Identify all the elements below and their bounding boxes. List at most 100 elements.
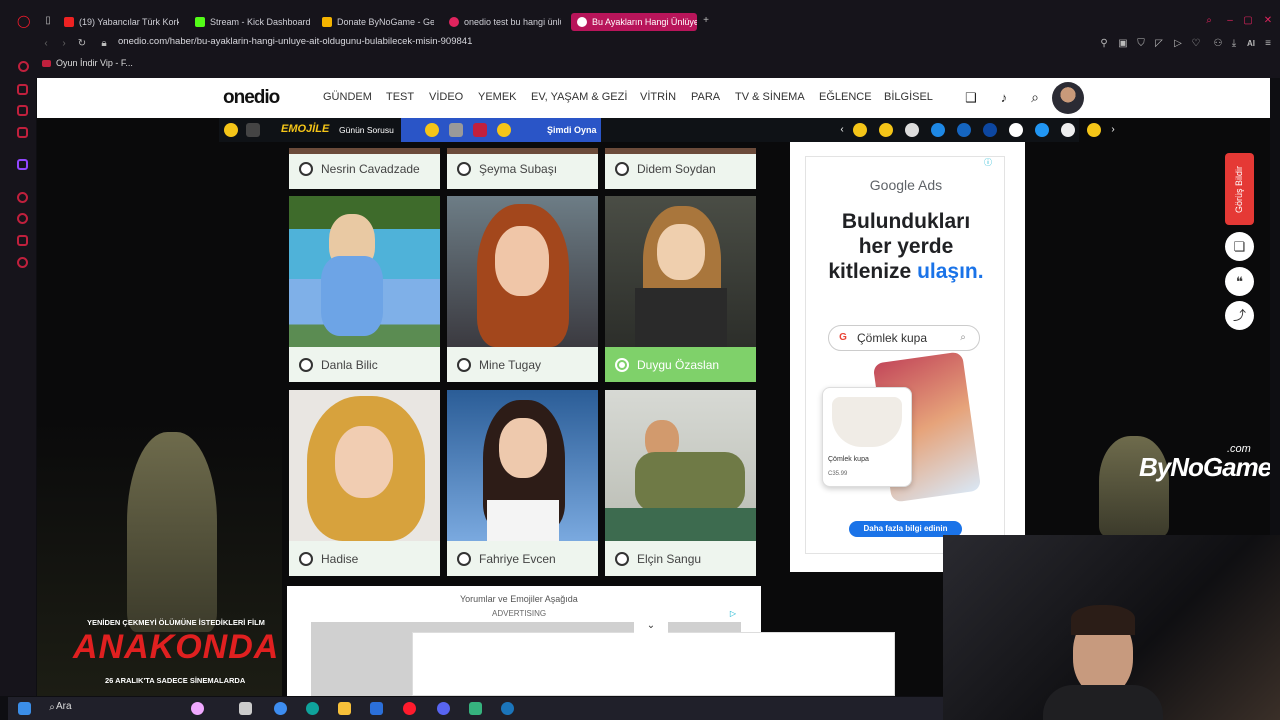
browser-tab[interactable]: Stream - Kick Dashboard	[195, 13, 310, 31]
comment-button[interactable]: ❝	[1225, 267, 1254, 296]
pin-icon[interactable]: ⚲	[1098, 38, 1110, 50]
quiz-option-card[interactable]: Fahriye Evcen	[447, 390, 598, 576]
quiz-option-partial[interactable]: Didem Soydan	[605, 148, 756, 189]
forward-icon[interactable]: ›	[58, 38, 70, 50]
comments-link[interactable]: Yorumlar ve Emojiler Aşağıda	[460, 594, 578, 604]
emoji-brand4-icon[interactable]	[1035, 123, 1049, 137]
nav-eglence[interactable]: EĞLENCE	[819, 91, 872, 103]
play-icon[interactable]: ▷	[1172, 38, 1184, 50]
discord-icon[interactable]	[437, 702, 450, 715]
avatar[interactable]	[1052, 82, 1084, 114]
daily-question-banner[interactable]: Şimdi Oyna	[401, 118, 601, 142]
emoji-brand1-icon[interactable]	[931, 123, 945, 137]
emojile-brand[interactable]: EMOJİLE	[281, 123, 329, 135]
emoji-laugh-icon[interactable]	[879, 123, 893, 137]
collapse-ad-button[interactable]: ⌄	[634, 618, 668, 634]
search-icon[interactable]: ⌕	[1029, 90, 1041, 104]
radio-button-selected[interactable]	[615, 357, 629, 372]
nav-para[interactable]: PARA	[691, 91, 720, 103]
chat-icon[interactable]: ❑	[965, 91, 977, 104]
copilot-icon[interactable]	[191, 702, 204, 715]
close-icon[interactable]: ✕	[1262, 15, 1274, 27]
search-tabs-icon[interactable]: ⌕	[1203, 15, 1215, 27]
browser-tab[interactable]: onedio test bu hangi ünlü	[449, 13, 561, 31]
quiz-option-card[interactable]: Danla Bilic	[289, 196, 440, 382]
sidebar-twitch-icon[interactable]	[17, 159, 28, 170]
sidebar-news-icon[interactable]	[17, 127, 28, 138]
maximize-icon[interactable]: ▢	[1242, 15, 1254, 27]
nav-test[interactable]: TEST	[386, 91, 414, 103]
address-bar[interactable]: onedio.com/haber/bu-ayaklarin-hangi-unlu…	[118, 36, 472, 47]
nav-gundem[interactable]: GÜNDEM	[323, 91, 372, 103]
nav-tv-sinema[interactable]: TV & SİNEMA	[735, 91, 805, 103]
emoji-brand2-icon[interactable]	[957, 123, 971, 137]
sidebar-messenger-icon[interactable]	[17, 105, 28, 116]
browser-tab[interactable]: Donate ByNoGame - Gele	[322, 13, 434, 31]
quiz-option-card[interactable]: Hadise	[289, 390, 440, 576]
ad-info-icon[interactable]: ⓘ	[982, 157, 994, 169]
quiz-option-card[interactable]: Elçin Sangu	[605, 390, 756, 576]
share-page-icon[interactable]: ◸	[1153, 38, 1165, 50]
browser-tab-active[interactable]: Bu Ayakların Hangi Ünlüye	[571, 13, 697, 31]
sidebar-aria-icon[interactable]	[18, 61, 29, 72]
opera-logo-icon[interactable]: ◯	[17, 15, 30, 27]
sidebar-settings-icon[interactable]	[17, 257, 28, 268]
download-icon[interactable]: ⤓	[1228, 38, 1240, 50]
nav-yemek[interactable]: YEMEK	[478, 91, 517, 103]
nav-vitrin[interactable]: VİTRİN	[640, 91, 676, 103]
steam-icon[interactable]	[501, 702, 514, 715]
emoji-smile-icon[interactable]	[1087, 123, 1101, 137]
browser-tab[interactable]: (19) Yabancılar Türk Korku	[64, 13, 179, 31]
heart-icon[interactable]: ♡	[1190, 38, 1202, 50]
task-view-icon[interactable]	[239, 702, 252, 715]
radio-button[interactable]	[615, 161, 629, 176]
bookmark-button[interactable]: ❏	[1225, 232, 1254, 261]
sidebar-extensions-icon[interactable]	[17, 235, 28, 246]
share-button[interactable]: ⤴	[1225, 301, 1254, 330]
next-emoji-icon[interactable]: ›	[1107, 124, 1119, 136]
bell-icon[interactable]: ♪	[998, 91, 1010, 104]
windows-start-icon[interactable]	[18, 702, 31, 715]
ai-icon[interactable]: AI	[1242, 38, 1260, 50]
minimize-icon[interactable]: –	[1224, 15, 1236, 27]
opera-taskbar-icon[interactable]	[403, 702, 416, 715]
user-icon[interactable]: ⚇	[1212, 38, 1224, 50]
quiz-option-card[interactable]: Mine Tugay	[447, 196, 598, 382]
back-icon[interactable]: ‹	[40, 38, 52, 50]
reload-icon[interactable]: ↻	[76, 38, 88, 50]
google-ads-banner[interactable]: ⓘ Google Ads Bulundukları her yerde kitl…	[805, 156, 1005, 554]
prev-emoji-icon[interactable]: ‹	[836, 124, 848, 136]
shield-icon[interactable]: ⛉	[1135, 38, 1147, 50]
copilot-app-icon[interactable]	[274, 702, 287, 715]
emoji-plus-icon[interactable]	[1009, 123, 1023, 137]
quiz-option-card-selected[interactable]: Duygu Özaslan	[605, 196, 756, 382]
app-icon[interactable]	[469, 702, 482, 715]
nav-ev-yasam-gezi[interactable]: EV, YAŞAM & GEZİ	[531, 91, 627, 103]
radio-button[interactable]	[615, 551, 629, 566]
emoji-sad-icon[interactable]	[853, 123, 867, 137]
radio-button[interactable]	[299, 551, 313, 566]
nav-video[interactable]: VİDEO	[429, 91, 463, 103]
bookmark-item[interactable]: Oyun İndir Vip - F...	[42, 58, 133, 68]
emoji-skull-icon[interactable]	[905, 123, 919, 137]
ad-choices-icon[interactable]: ▷	[727, 608, 739, 620]
sidebar-player-icon[interactable]	[17, 192, 28, 203]
emoji-ok-icon[interactable]	[1061, 123, 1075, 137]
new-tab-icon[interactable]: +	[700, 15, 712, 27]
gamepad-icon[interactable]	[246, 123, 260, 137]
quiz-option-partial[interactable]: Şeyma Subaşı	[447, 148, 598, 189]
sidebar-home-icon[interactable]	[17, 84, 28, 95]
nav-bilgisel[interactable]: BİLGİSEL	[884, 91, 933, 103]
tab-list-icon[interactable]: ▯	[42, 15, 54, 27]
mail-icon[interactable]	[370, 702, 383, 715]
menu-icon[interactable]: ≡	[1262, 38, 1274, 50]
site-logo[interactable]: onedio	[223, 87, 280, 109]
sidebar-history-icon[interactable]	[17, 213, 28, 224]
radio-button[interactable]	[457, 551, 471, 566]
radio-button[interactable]	[299, 357, 313, 372]
edge-icon[interactable]	[306, 702, 319, 715]
feedback-button[interactable]: Görüş Bildir	[1225, 153, 1254, 225]
radio-button[interactable]	[457, 161, 471, 176]
movie-ad-skin[interactable]: YENİDEN ÇEKMEYİ ÖLÜMÜNE İSTEDİKLERİ FİLM…	[37, 142, 282, 696]
snapshot-icon[interactable]: ▣	[1117, 38, 1129, 50]
